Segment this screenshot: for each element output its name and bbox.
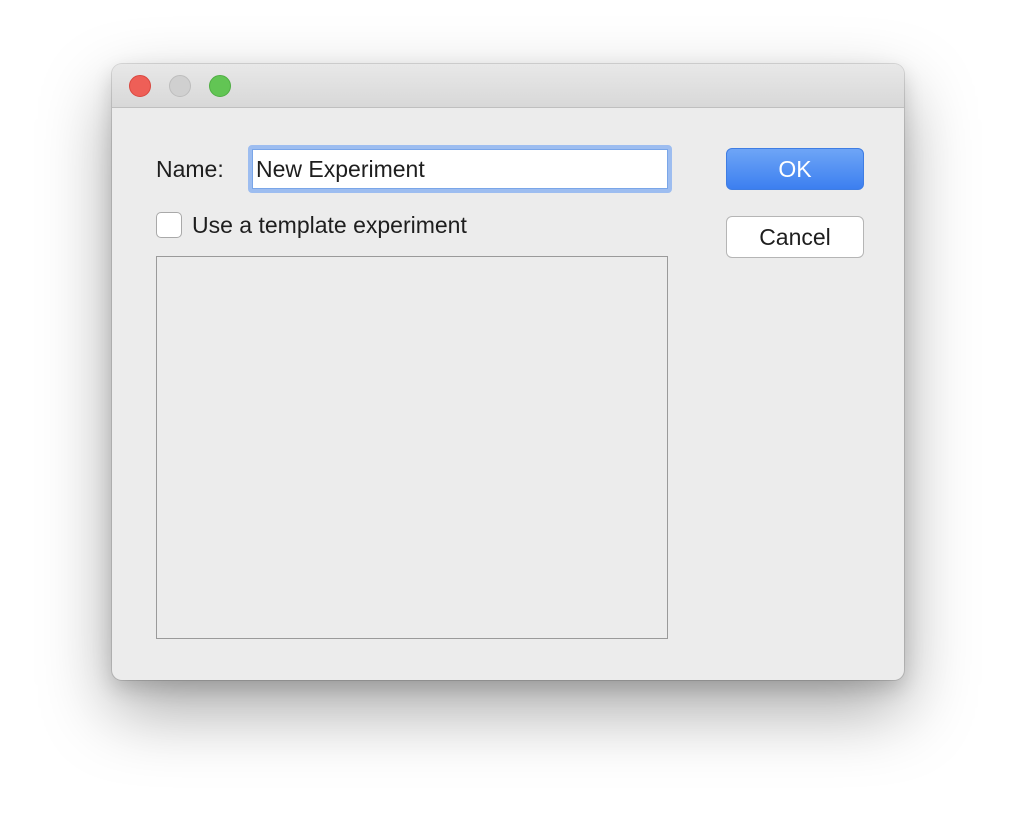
template-checkbox-label[interactable]: Use a template experiment [192,212,467,239]
close-window-icon[interactable] [129,75,151,97]
minimize-window-icon [169,75,191,97]
ok-button[interactable]: OK [726,148,864,190]
zoom-window-icon[interactable] [209,75,231,97]
cancel-button[interactable]: Cancel [726,216,864,258]
name-label: Name: [156,156,224,182]
name-input[interactable] [248,145,672,193]
template-checkbox-row[interactable]: Use a template experiment [156,211,467,239]
template-list[interactable] [156,256,668,639]
template-checkbox[interactable] [156,212,182,238]
title-bar[interactable] [112,64,904,108]
new-experiment-dialog: Name: Use a template experiment OK Cance… [112,64,904,680]
